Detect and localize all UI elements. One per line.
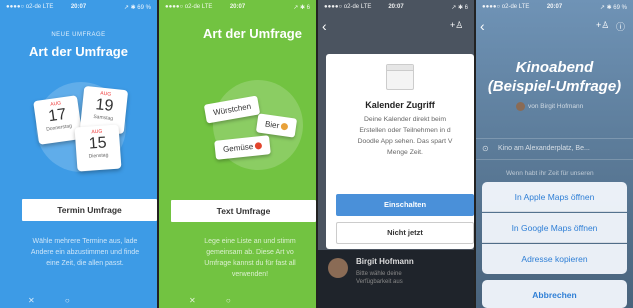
nicht-jetzt-button[interactable]: Nicht jetzt: [336, 222, 474, 244]
status-bar: ●●●●○ o2-de LTE 20:07 ↗ ✱ 6: [159, 0, 316, 14]
poll-title: Kinoabend (Beispiel-Umfrage): [487, 59, 622, 95]
description: Wähle mehrere Termine aus, lade Andere ei…: [30, 238, 140, 267]
dialog-text: Deine Kalender direkt beim Erstellen oder…: [357, 116, 453, 156]
add-participant-icon[interactable]: +♙: [450, 20, 463, 31]
location-row[interactable]: ⊙ Kino am Alexanderplatz, Be...: [476, 138, 633, 160]
google-maps-option[interactable]: In Google Maps öffnen: [482, 213, 627, 243]
info-icon[interactable]: ⓘ: [616, 20, 625, 33]
avatar: [328, 258, 348, 278]
cancel-button[interactable]: Abbrechen: [482, 280, 627, 308]
tomato-icon: [254, 142, 263, 151]
back-icon[interactable]: ‹: [322, 18, 327, 34]
permission-dialog: Kalender Zugriff Deine Kalender direkt b…: [326, 54, 474, 249]
page-indicator: ✕ ○: [28, 296, 84, 305]
time-label: 20:07: [388, 4, 404, 10]
status-bar: ●●●●○ o2-de LTE 20:07 ↗ ✱ 6: [318, 0, 474, 14]
page-indicator: ✕ ○: [189, 296, 245, 305]
screen-termin-umfrage: ●●●●○ o2-de LTE 20:07 ↗ ✱ 69 % NEUE UMFR…: [0, 0, 157, 308]
calendar-card: AUG 15 Dienstag: [74, 124, 122, 172]
screen-poll-detail: ●●●●○ o2-de LTE 20:07 ↗ ✱ 69 % ‹ +♙ ⓘ Ki…: [476, 0, 633, 308]
back-icon[interactable]: ‹: [480, 18, 485, 34]
dialog-title: Kalender Zugriff: [365, 100, 435, 110]
status-bar: ●●●●○ o2-de LTE 20:07 ↗ ✱ 69 %: [0, 0, 157, 14]
beer-icon: [280, 123, 289, 131]
time-label: 20:07: [229, 4, 246, 10]
participant-row: Birgit Hofmann Bitte wähle deine Verfügba…: [318, 250, 474, 308]
location-text: Kino am Alexanderplatz, Be...: [498, 145, 590, 152]
participant-name: Birgit Hofmann: [356, 257, 414, 266]
termin-umfrage-button[interactable]: Termin Umfrage: [22, 199, 157, 221]
location-icon: ⊙: [482, 144, 489, 153]
add-participant-icon[interactable]: +♙: [596, 20, 609, 31]
einschalten-button[interactable]: Einschalten: [336, 194, 474, 216]
page-title: Art der Umfrage: [203, 26, 302, 41]
avatar: [516, 102, 525, 111]
text-umfrage-button[interactable]: Text Umfrage: [171, 200, 316, 222]
apple-maps-option[interactable]: In Apple Maps öffnen: [482, 182, 627, 212]
time-label: 20:07: [70, 4, 87, 10]
screen-text-umfrage: ●●●●○ o2-de LTE 20:07 ↗ ✱ 6 Art der Umfr…: [159, 0, 316, 308]
author-line: von Birgit Hofmann: [516, 102, 583, 111]
calendar-icon: [386, 64, 414, 90]
poll-subtitle: Wenn habt ihr Zeit für unseren: [506, 170, 594, 177]
participant-subtitle: Bitte wähle deine Verfügbarkeit aus: [356, 271, 403, 285]
page-title: Art der Umfrage: [29, 44, 128, 59]
time-label: 20:07: [546, 4, 563, 10]
description: Lege eine Liste an und stimm gemeinsam ab…: [204, 238, 296, 278]
copy-address-option[interactable]: Adresse kopieren: [482, 244, 627, 274]
status-bar: ●●●●○ o2-de LTE 20:07 ↗ ✱ 69 %: [476, 0, 633, 14]
overline: NEUE UMFRAGE: [51, 32, 106, 38]
screen-calendar-permission: ●●●●○ o2-de LTE 20:07 ↗ ✱ 6 ‹ +♙ Kalende…: [318, 0, 474, 308]
